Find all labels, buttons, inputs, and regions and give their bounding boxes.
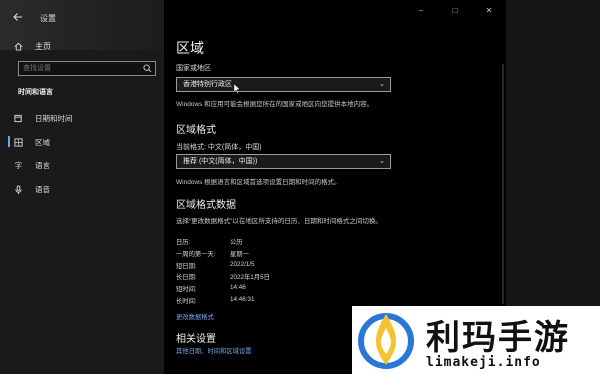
format-value: 推荐 (中文(简体，中国)) xyxy=(183,158,258,165)
format-description: Windows 根据语言和区域首选项设置日期和时间的格式。 xyxy=(176,179,341,186)
data-row: 长日期: 2022年1月5日 xyxy=(176,272,270,281)
format-heading: 区域格式 xyxy=(176,125,216,136)
home-icon xyxy=(14,42,23,51)
data-key: 长日期: xyxy=(176,274,197,281)
calendar-clock-icon xyxy=(14,114,23,123)
data-heading: 区域格式数据 xyxy=(176,200,236,211)
sidebar-item-label: 语音 xyxy=(35,184,50,194)
search-input[interactable] xyxy=(23,62,141,75)
search-icon[interactable] xyxy=(143,64,152,73)
search-box[interactable] xyxy=(18,61,156,76)
mouse-cursor-icon xyxy=(234,84,241,94)
microphone-icon xyxy=(14,184,23,194)
data-value: 星期一 xyxy=(230,251,249,258)
sidebar-item-home[interactable]: 主页 xyxy=(14,41,51,52)
data-row: 短时间: 14:46 xyxy=(176,284,246,293)
data-key: 短日期: xyxy=(176,263,197,270)
brand-logo-icon xyxy=(358,313,414,369)
sidebar-item-label: 区域 xyxy=(35,137,50,147)
back-button[interactable] xyxy=(12,11,28,25)
chevron-down-icon: ⌄ xyxy=(379,81,385,88)
page-title: 区域 xyxy=(176,40,204,56)
sidebar-item-date-time[interactable]: 日期和时间 xyxy=(14,111,73,125)
country-description: Windows 和应用可能会根据您所在的国家或地区向您提供本地内容。 xyxy=(176,101,374,108)
related-settings-link[interactable]: 其他日期、时间和区域设置 xyxy=(176,346,252,355)
globe-icon xyxy=(14,137,23,147)
country-label: 国家或地区 xyxy=(176,65,211,72)
related-settings-heading: 相关设置 xyxy=(176,334,216,345)
watermark-brand: 利玛手游 xyxy=(426,318,570,358)
data-value: 14:46:31 xyxy=(230,296,255,303)
current-format-label: 当前格式: 中文(简体，中国) xyxy=(176,144,262,151)
sidebar-item-label: 语言 xyxy=(35,160,50,170)
svg-text:字: 字 xyxy=(15,161,22,170)
change-data-format-link[interactable]: 更改数据格式 xyxy=(176,312,214,321)
format-dropdown[interactable]: 推荐 (中文(简体，中国)) ⌄ xyxy=(176,154,391,169)
data-row: 一周的第一天: 星期一 xyxy=(176,249,249,258)
country-value: 香港特别行政区 xyxy=(183,81,232,88)
chevron-down-icon: ⌄ xyxy=(379,158,385,165)
back-arrow-icon xyxy=(13,13,22,21)
sidebar-item-speech[interactable]: 语音 xyxy=(14,182,50,196)
data-key: 日历: xyxy=(176,239,191,246)
app-title: 设置 xyxy=(40,14,56,23)
sidebar-item-label: 日期和时间 xyxy=(35,113,73,123)
sidebar: 设置 主页 时间和语言 日期和时间 区域 字 语言 语音 xyxy=(0,0,164,374)
scrollbar[interactable] xyxy=(502,64,504,304)
data-key: 长时间: xyxy=(176,298,197,305)
data-row: 日历: 公历 xyxy=(176,237,243,246)
sidebar-item-region[interactable]: 区域 xyxy=(8,135,50,149)
data-key: 一周的第一天: xyxy=(176,251,216,258)
data-value: 2022/1/5 xyxy=(230,261,255,268)
sidebar-item-language[interactable]: 字 语言 xyxy=(14,158,50,172)
data-value: 14:46 xyxy=(230,284,246,291)
data-row: 短日期: 2022/1/5 xyxy=(176,261,255,270)
data-description: 选择“更改数据格式”以在地区所支持的日历、日期和时间格式之间切换。 xyxy=(176,218,382,225)
sidebar-section-label: 时间和语言 xyxy=(18,89,53,96)
sidebar-home-label: 主页 xyxy=(35,42,51,51)
data-value: 2022年1月5日 xyxy=(230,274,270,281)
data-key: 短时间: xyxy=(176,286,197,293)
data-value: 公历 xyxy=(230,239,243,246)
data-row: 长时间: 14:46:31 xyxy=(176,296,255,305)
watermark-domain: limakeji.info xyxy=(426,355,541,370)
country-dropdown[interactable]: 香港特别行政区 ⌄ xyxy=(176,77,391,92)
watermark: 利玛手游 limakeji.info xyxy=(352,306,600,374)
language-icon: 字 xyxy=(14,161,23,170)
